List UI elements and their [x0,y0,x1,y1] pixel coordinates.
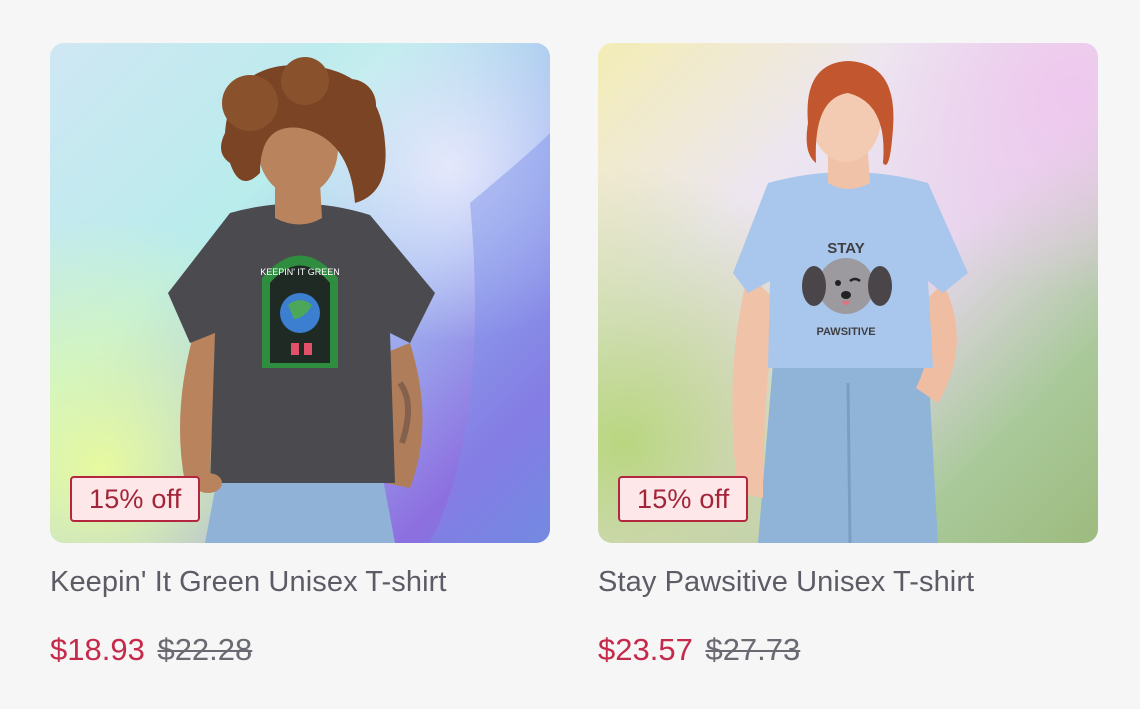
price-row: $18.93 $22.28 [50,632,550,668]
product-card-stay-pawsitive[interactable]: STAY PAWSITIVE 15% off Stay Pawsitive Un… [598,43,1098,668]
original-price: $27.73 [705,632,801,667]
product-title[interactable]: Stay Pawsitive Unisex T-shirt [598,566,1098,599]
shirt-print-text: KEEPIN' IT GREEN [260,267,340,277]
tshirt-photo-stay-pawsitive-icon: STAY PAWSITIVE [598,43,1098,543]
price-row: $23.57 $27.73 [598,632,1098,668]
product-image[interactable]: STAY PAWSITIVE 15% off [598,43,1098,543]
product-image[interactable]: KEEPIN' IT GREEN 15% off [50,43,550,543]
product-card-keepin-it-green[interactable]: KEEPIN' IT GREEN 15% off Keepin' It Gree… [50,43,550,668]
tshirt-photo-keepin-it-green-icon: KEEPIN' IT GREEN [50,43,550,543]
sale-price: $23.57 [598,632,693,667]
sale-price: $18.93 [50,632,145,667]
discount-badge: 15% off [618,476,749,522]
discount-badge: 15% off [70,476,201,522]
product-grid: KEEPIN' IT GREEN 15% off Keepin' It Gree… [0,0,1140,709]
shirt-print-top: STAY [827,240,865,257]
shirt-print-bottom: PAWSITIVE [816,326,875,338]
product-title[interactable]: Keepin' It Green Unisex T-shirt [50,566,550,599]
original-price: $22.28 [157,632,253,667]
